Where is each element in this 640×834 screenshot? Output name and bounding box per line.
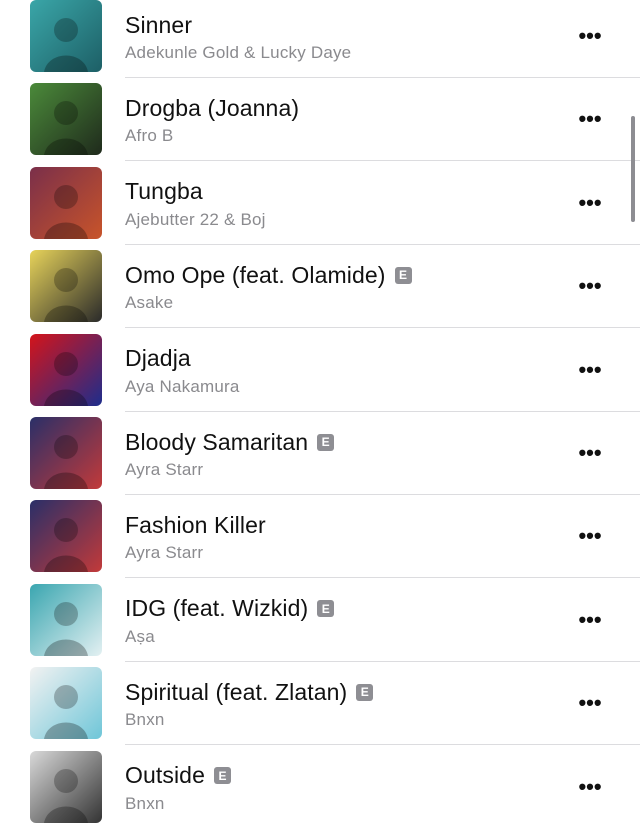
- song-row[interactable]: Sinner Adekunle Gold & Lucky Daye •••: [0, 0, 640, 83]
- ellipsis-icon: •••: [578, 189, 602, 215]
- album-artwork: [30, 166, 102, 239]
- song-title-line: IDG (feat. Wizkid) E: [125, 594, 335, 624]
- song-title: IDG (feat. Wizkid): [125, 595, 309, 622]
- song-title-line: Spiritual (feat. Zlatan) E: [125, 677, 374, 707]
- song-artist: Asake: [125, 293, 174, 313]
- ellipsis-icon: •••: [578, 356, 602, 382]
- more-options-button[interactable]: •••: [574, 23, 606, 48]
- song-artist: Aya Nakamura: [125, 376, 240, 396]
- more-options-button[interactable]: •••: [574, 773, 606, 799]
- more-options-button[interactable]: •••: [574, 690, 606, 716]
- more-options-button[interactable]: •••: [574, 273, 606, 299]
- song-row[interactable]: Tungba Ajebutter 22 & Boj •••: [0, 166, 640, 250]
- ellipsis-icon: •••: [578, 606, 602, 632]
- song-title-line: Bloody Samaritan E: [125, 427, 335, 457]
- song-title: Drogba (Joanna): [125, 94, 300, 121]
- song-title: Spiritual (feat. Zlatan): [125, 678, 348, 705]
- song-title: Fashion Killer: [125, 511, 266, 538]
- explicit-badge: E: [317, 433, 335, 451]
- more-options-button[interactable]: •••: [574, 523, 606, 549]
- row-divider: [125, 660, 640, 662]
- row-divider: [125, 160, 640, 162]
- explicit-badge: E: [356, 683, 374, 701]
- song-row[interactable]: Spiritual (feat. Zlatan) E Bnxn •••: [0, 667, 640, 750]
- song-title-line: Outside E: [125, 761, 231, 791]
- album-artwork: [30, 83, 102, 156]
- song-title-line: Djadja: [125, 344, 191, 374]
- song-title-line: Tungba: [125, 177, 203, 207]
- song-title-line: Sinner: [125, 10, 192, 40]
- album-artwork: [30, 333, 102, 406]
- album-artwork: [30, 750, 102, 823]
- ellipsis-icon: •••: [578, 523, 602, 549]
- more-options-button[interactable]: •••: [574, 106, 606, 132]
- song-title: Tungba: [125, 178, 203, 205]
- album-artwork: [30, 500, 102, 573]
- album-artwork: [30, 667, 102, 740]
- song-row[interactable]: Fashion Killer Ayra Starr •••: [0, 500, 640, 583]
- more-options-button[interactable]: •••: [574, 606, 606, 632]
- more-options-button[interactable]: •••: [574, 189, 606, 215]
- song-title: Omo Ope (feat. Olamide): [125, 261, 386, 288]
- row-divider: [125, 410, 640, 412]
- song-artist: Bnxn: [125, 793, 165, 813]
- album-artwork: [30, 250, 102, 323]
- song-row[interactable]: Drogba (Joanna) Afro B •••: [0, 83, 640, 166]
- song-title: Sinner: [125, 11, 193, 38]
- song-artist: Ayra Starr: [125, 543, 204, 563]
- song-artist: Afro B: [125, 126, 174, 146]
- song-title: Djadja: [125, 345, 191, 372]
- row-divider: [125, 77, 640, 78]
- song-artist: Aṣa: [125, 626, 155, 646]
- scrollbar[interactable]: [631, 116, 635, 222]
- song-row[interactable]: Djadja Aya Nakamura •••: [0, 333, 640, 417]
- ellipsis-icon: •••: [578, 440, 602, 465]
- song-row[interactable]: Omo Ope (feat. Olamide) E Asake •••: [0, 250, 640, 333]
- album-artwork: [30, 0, 102, 72]
- more-options-button[interactable]: •••: [574, 440, 606, 465]
- song-title-line: Omo Ope (feat. Olamide) E: [125, 260, 412, 290]
- song-artist: Ayra Starr: [125, 460, 204, 479]
- album-artwork: [30, 583, 102, 656]
- song-row[interactable]: IDG (feat. Wizkid) E Aṣa •••: [0, 583, 640, 667]
- explicit-badge: E: [394, 266, 412, 284]
- song-row[interactable]: Bloody Samaritan E Ayra Starr •••: [0, 417, 640, 500]
- ellipsis-icon: •••: [578, 773, 602, 799]
- song-title-line: Fashion Killer: [125, 510, 266, 540]
- song-title-line: Drogba (Joanna): [125, 93, 299, 123]
- song-title: Bloody Samaritan: [125, 428, 309, 455]
- ellipsis-icon: •••: [578, 23, 602, 48]
- row-divider: [125, 327, 640, 329]
- song-list: Sinner Adekunle Gold & Lucky Daye ••• Drogb…: [0, 0, 640, 826]
- row-divider: [125, 243, 640, 245]
- ellipsis-icon: •••: [578, 690, 602, 716]
- explicit-badge: E: [317, 600, 335, 618]
- ellipsis-icon: •••: [578, 273, 602, 299]
- song-artist: Ajebutter 22 & Boj: [125, 209, 266, 229]
- song-title: Outside: [125, 762, 205, 789]
- album-artwork: [30, 417, 102, 489]
- ellipsis-icon: •••: [578, 106, 602, 132]
- song-artist: Adekunle Gold & Lucky Daye: [125, 43, 352, 62]
- row-divider: [125, 494, 640, 495]
- row-divider: [125, 744, 640, 746]
- more-options-button[interactable]: •••: [574, 356, 606, 382]
- song-artist: Bnxn: [125, 710, 165, 730]
- song-row[interactable]: Outside E Bnxn •••: [0, 750, 640, 834]
- row-divider: [125, 577, 640, 579]
- explicit-badge: E: [213, 767, 231, 785]
